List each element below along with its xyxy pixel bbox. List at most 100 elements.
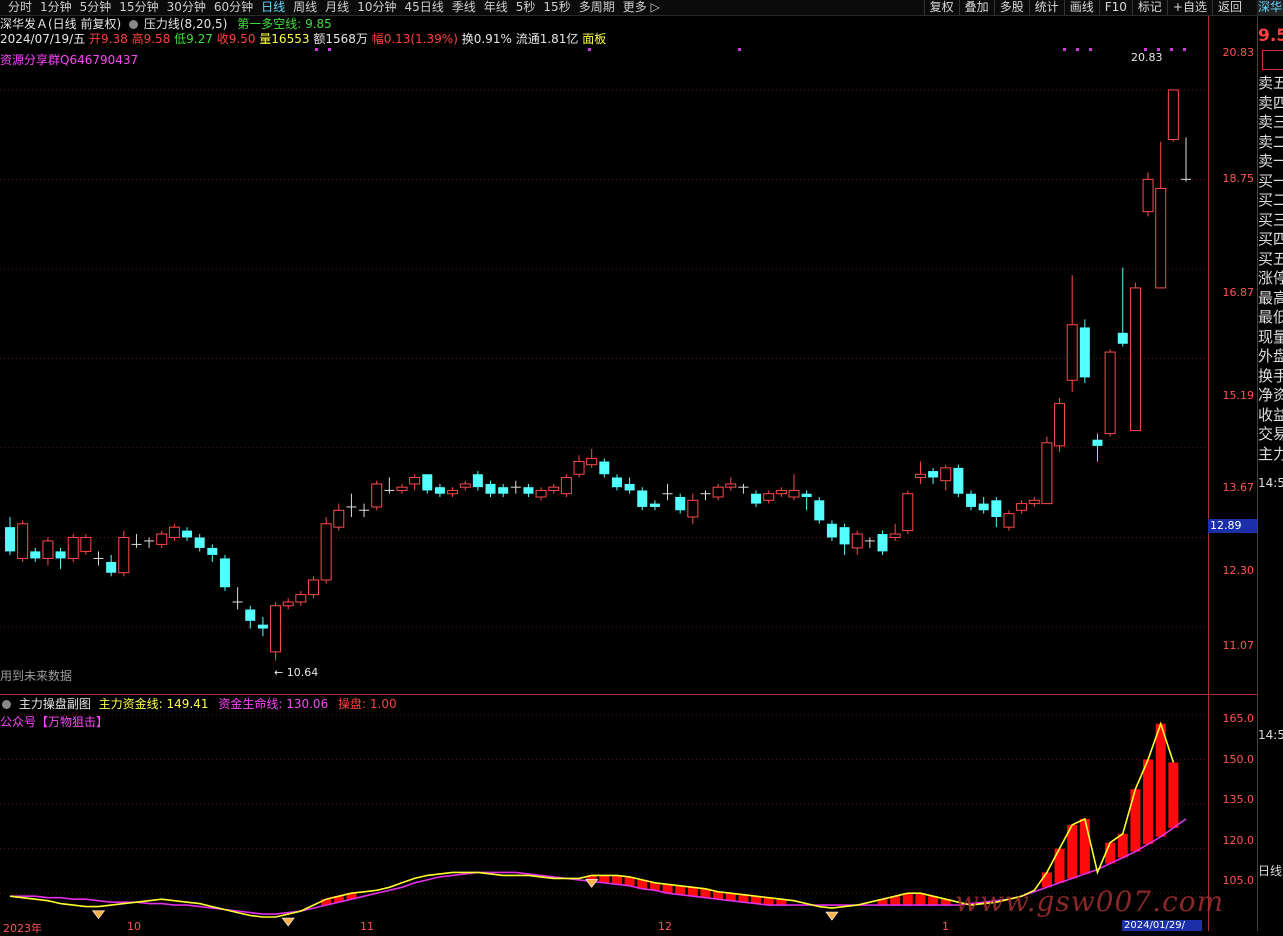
candle-body: [851, 533, 863, 549]
candle-body: [1167, 89, 1179, 140]
fund-bar: [902, 893, 913, 906]
candle-body: [194, 537, 205, 548]
candle-body: [725, 483, 737, 488]
x-label: 2023年: [3, 922, 42, 935]
kline-chart[interactable]: [0, 0, 1283, 931]
panel-item: 卖一: [1258, 152, 1283, 170]
candle-body: [498, 487, 509, 494]
candle-body: [168, 526, 180, 538]
panel-item: 净资: [1258, 386, 1283, 404]
candle-body: [1041, 442, 1053, 505]
candle-body: [914, 473, 926, 478]
candle-body: [1079, 327, 1090, 378]
candle-body: [611, 477, 622, 488]
candle-body: [751, 493, 762, 504]
life-line-value: 资金生命线: 130.06: [218, 697, 329, 711]
ytick: 18.75: [1222, 172, 1255, 185]
ytick: 15.19: [1222, 389, 1255, 402]
ytick: 11.07: [1222, 639, 1255, 652]
fund-bar: [1105, 842, 1116, 864]
candle-body: [1028, 499, 1040, 505]
candle-body: [182, 530, 193, 538]
panel-sell-button[interactable]: [1262, 50, 1283, 70]
candle-body: [788, 489, 800, 498]
panel-item: 涨停: [1258, 269, 1283, 287]
quote-panel: 9.5 卖五卖四卖三卖二卖一买一买二买三买四买五涨停最高最低现量外盘换手净资收益…: [1257, 16, 1283, 931]
dropdown-icon[interactable]: [2, 700, 11, 709]
candle-body: [320, 523, 332, 581]
sub-ytick: 165.0: [1222, 712, 1255, 725]
candle-body: [826, 523, 837, 538]
signal-marker: [738, 48, 741, 51]
x-label: 1: [942, 920, 949, 933]
candle-body: [1117, 332, 1128, 344]
candle-body: [763, 493, 775, 501]
panel-bottom-tab[interactable]: 日线: [1258, 862, 1283, 879]
panel-item: 买二: [1258, 191, 1283, 209]
chart-divider: [0, 694, 1257, 695]
candle-body: [877, 534, 888, 552]
signal-marker: [1170, 48, 1173, 51]
main-fund-line-value: 主力资金线: 149.41: [98, 697, 209, 711]
panel-item: 卖四: [1258, 93, 1283, 112]
candle-body: [485, 483, 496, 494]
panel-time: 14:5: [1258, 476, 1283, 490]
high-annotation: 20.83: [1131, 51, 1163, 64]
panel-item: 收益: [1258, 405, 1283, 424]
panel-item: 换手: [1258, 366, 1283, 385]
candle-body: [839, 527, 850, 545]
diamond-icon: [825, 911, 839, 921]
sub-chart-title[interactable]: 主力操盘副图: [19, 697, 91, 711]
candle-body: [409, 476, 421, 485]
fund-bar: [675, 885, 686, 895]
panel-item: 卖三: [1258, 113, 1283, 131]
candle-body: [801, 493, 812, 498]
diamond-icon: [91, 910, 106, 920]
fund-bar: [1155, 723, 1166, 837]
fund-bar: [1079, 818, 1090, 874]
candle-body: [459, 483, 471, 488]
candle-body: [17, 523, 29, 559]
panel-item: 交易: [1258, 425, 1283, 443]
candle-body: [586, 457, 598, 466]
panel-price: 9.5: [1258, 26, 1283, 46]
fund-bar: [1117, 833, 1128, 858]
panel-item: 主力: [1258, 444, 1283, 463]
fund-bar: [611, 875, 622, 885]
candle-body: [333, 509, 345, 528]
candle-body: [1054, 403, 1066, 447]
diamond-icon: [585, 879, 599, 888]
candle-body: [434, 487, 445, 494]
candle-body: [1129, 287, 1141, 432]
future-data-note: 用到未来数据: [0, 669, 73, 683]
signal-marker: [1183, 48, 1186, 51]
panel-item: 现量: [1258, 327, 1283, 346]
low-annotation: ← 10.64: [274, 666, 319, 679]
fund-bar: [1130, 789, 1141, 852]
panel-item: 最高: [1258, 288, 1283, 307]
signal-marker: [1089, 48, 1092, 51]
candle-body: [1104, 351, 1116, 435]
signal-marker: [328, 48, 331, 51]
candle-body: [535, 489, 547, 498]
x-label: 12: [658, 920, 672, 933]
candle-body: [687, 499, 699, 518]
panel-item: 买三: [1258, 210, 1283, 229]
candle-body: [978, 503, 989, 511]
diamond-icon: [281, 917, 295, 927]
signal-marker: [1076, 48, 1079, 51]
panel-items: 卖五卖四卖三卖二卖一买一买二买三买四买五涨停最高最低现量外盘换手净资收益交易主力: [1258, 74, 1283, 464]
candle-body: [270, 605, 282, 653]
candle-body: [447, 489, 459, 495]
sub-promo-text: 公众号【万物狙击】: [0, 715, 109, 729]
cursor-date: 2024/01/29/: [1122, 920, 1202, 931]
sub-ytick: 105.0: [1222, 874, 1255, 887]
ytick: 16.87: [1222, 286, 1255, 299]
sub-ytick: 150.0: [1222, 753, 1255, 766]
current-price-tag: 12.89: [1208, 519, 1257, 533]
sub-ytick: 120.0: [1222, 834, 1255, 847]
ytick: 12.30: [1222, 564, 1255, 577]
candle-body: [245, 609, 256, 621]
candle-body: [1142, 178, 1154, 213]
candle-body: [219, 558, 230, 588]
